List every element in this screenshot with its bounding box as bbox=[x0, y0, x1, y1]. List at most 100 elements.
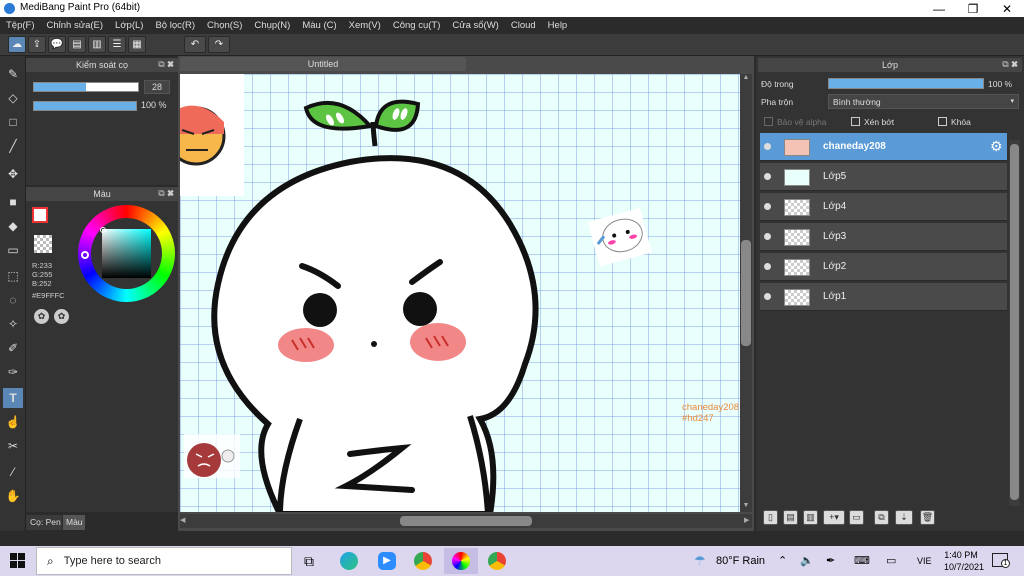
folder-icon[interactable]: ▭ bbox=[849, 510, 864, 525]
vertical-scrollbar[interactable]: ▲ ▼ bbox=[740, 74, 752, 512]
lock-checkbox[interactable] bbox=[938, 117, 947, 126]
menu-file[interactable]: Tệp(F) bbox=[6, 20, 35, 31]
zoom-app-icon[interactable]: ▶ bbox=[378, 552, 396, 570]
grid-icon[interactable]: ▦ bbox=[128, 36, 146, 53]
brush-opacity-slider[interactable] bbox=[33, 101, 137, 111]
move-tool-icon[interactable]: ✥ bbox=[3, 164, 23, 184]
list-icon[interactable]: ☰ bbox=[108, 36, 126, 53]
layer-row-lop4[interactable]: Lớp4 bbox=[760, 193, 1007, 221]
menu-select[interactable]: Chọn(S) bbox=[207, 20, 242, 31]
visibility-icon[interactable] bbox=[764, 203, 771, 210]
task-view-icon[interactable]: ⧉ bbox=[304, 553, 314, 570]
menu-view[interactable]: Xem(V) bbox=[349, 20, 381, 31]
add-layer-menu-icon[interactable]: +▾ bbox=[823, 510, 845, 525]
document-tab[interactable]: Untitled bbox=[180, 57, 466, 71]
gradient-tool-icon[interactable]: ▭ bbox=[3, 240, 23, 260]
visibility-icon[interactable] bbox=[764, 233, 771, 240]
drawing-canvas[interactable]: chaneday208 #hd247 bbox=[180, 74, 740, 512]
layers-scrollbar[interactable] bbox=[1009, 140, 1020, 506]
brush-size-slider[interactable] bbox=[33, 82, 139, 92]
chat-icon[interactable]: 💬 bbox=[48, 36, 66, 53]
visibility-icon[interactable] bbox=[764, 293, 771, 300]
hand-tool-icon[interactable]: ✋ bbox=[3, 486, 23, 506]
chrome-icon[interactable] bbox=[488, 552, 506, 570]
input-language[interactable]: VIE bbox=[917, 556, 932, 566]
select-rect-tool-icon[interactable]: ⬚ bbox=[3, 266, 23, 286]
keyboard-icon[interactable]: ⌨ bbox=[854, 554, 870, 567]
redo-button[interactable]: ↷ bbox=[208, 36, 230, 53]
vertical-scroll-thumb[interactable] bbox=[741, 240, 751, 346]
eraser-tool-icon[interactable]: ◇ bbox=[3, 88, 23, 108]
layer-row-lop3[interactable]: Lớp3 bbox=[760, 223, 1007, 251]
divide-tool-icon[interactable]: ✂ bbox=[3, 436, 23, 456]
menu-layer[interactable]: Lớp(L) bbox=[115, 20, 143, 31]
notification-icon[interactable]: 1 bbox=[992, 553, 1010, 568]
magic-wand-tool-icon[interactable]: ✧ bbox=[3, 314, 23, 334]
weather-text[interactable]: 80°F Rain bbox=[716, 555, 765, 567]
display-icon[interactable]: ▭ bbox=[886, 554, 896, 567]
minimize-button[interactable]: — bbox=[922, 0, 956, 17]
scroll-up-icon[interactable]: ▲ bbox=[741, 74, 751, 82]
document-icon[interactable]: ▥ bbox=[88, 36, 106, 53]
scroll-right-icon[interactable]: ▶ bbox=[744, 516, 752, 524]
layer-opacity-slider[interactable] bbox=[828, 78, 984, 89]
menu-window[interactable]: Cửa sổ(W) bbox=[452, 20, 498, 31]
panel-controls-icon[interactable]: ⧉ ✖ bbox=[158, 188, 174, 199]
maximize-button[interactable]: ❐ bbox=[956, 0, 990, 17]
color-wheel[interactable] bbox=[78, 205, 175, 302]
duplicate-layer-icon[interactable]: ⧉ bbox=[874, 510, 889, 525]
chevron-up-icon[interactable]: ⌃ bbox=[778, 554, 787, 567]
comment-icon[interactable]: ▤ bbox=[68, 36, 86, 53]
layers-scroll-thumb[interactable] bbox=[1010, 144, 1019, 500]
operation-tool-icon[interactable]: ☝ bbox=[3, 412, 23, 432]
panel-controls-icon[interactable]: ⧉ ✖ bbox=[1002, 59, 1018, 70]
cloud-icon[interactable]: ☁ bbox=[8, 36, 26, 53]
blend-mode-select[interactable]: Bình thường ▾ bbox=[828, 94, 1019, 109]
horizontal-scroll-thumb[interactable] bbox=[400, 516, 532, 526]
delete-layer-icon[interactable]: 🗑 bbox=[920, 510, 935, 525]
menu-help[interactable]: Help bbox=[548, 20, 568, 31]
chrome-icon[interactable] bbox=[414, 552, 432, 570]
merge-layer-icon[interactable]: ⇣ bbox=[895, 510, 913, 525]
menu-filter[interactable]: Bộ lọc(R) bbox=[155, 20, 195, 31]
text-tool-icon[interactable]: T bbox=[3, 388, 23, 408]
lasso-tool-icon[interactable]: ◌ bbox=[3, 290, 23, 310]
pen-icon[interactable]: ✒ bbox=[826, 554, 835, 567]
layer-row-chaneday208[interactable]: chaneday208 ⚙ bbox=[760, 133, 1007, 161]
color-palette-icon[interactable]: ✿ bbox=[34, 309, 49, 324]
windows-start-icon[interactable] bbox=[10, 553, 26, 569]
undo-button[interactable]: ↶ bbox=[184, 36, 206, 53]
panel-controls-icon[interactable]: ⧉ ✖ bbox=[158, 59, 174, 70]
visibility-icon[interactable] bbox=[764, 143, 771, 150]
taskbar-search-box[interactable]: ⌕ Type here to search bbox=[36, 547, 292, 575]
brush-size-value[interactable]: 28 bbox=[144, 80, 170, 94]
fill-rect-tool-icon[interactable]: ■ bbox=[3, 192, 23, 212]
new-halftone-layer-icon[interactable]: ▤ bbox=[783, 510, 798, 525]
rectangle-tool-icon[interactable]: □ bbox=[3, 112, 23, 132]
visibility-icon[interactable] bbox=[764, 173, 771, 180]
select-eraser-tool-icon[interactable]: ✑ bbox=[3, 362, 23, 382]
visibility-icon[interactable] bbox=[764, 263, 771, 270]
tab-color[interactable]: Màu bbox=[63, 515, 85, 530]
edge-browser-icon[interactable] bbox=[340, 552, 358, 570]
menu-color[interactable]: Màu (C) bbox=[302, 20, 336, 31]
foreground-color-swatch[interactable] bbox=[32, 207, 48, 223]
scroll-left-icon[interactable]: ◀ bbox=[180, 516, 188, 524]
color-palette-alt-icon[interactable]: ✿ bbox=[54, 309, 69, 324]
clock[interactable]: 1:40 PM 10/7/2021 bbox=[944, 549, 984, 573]
horizontal-scrollbar[interactable]: ◀ ▶ bbox=[180, 514, 752, 528]
protect-alpha-checkbox[interactable] bbox=[764, 117, 773, 126]
new-layer-icon[interactable]: ▯ bbox=[763, 510, 778, 525]
menu-tools[interactable]: Công cụ(T) bbox=[393, 20, 441, 31]
speaker-icon[interactable]: 🔈 bbox=[800, 554, 814, 567]
eyedropper-tool-icon[interactable]: ⁄ bbox=[3, 462, 23, 482]
new-8bit-layer-icon[interactable]: ▥ bbox=[803, 510, 818, 525]
medibang-taskbar-button[interactable] bbox=[444, 548, 478, 574]
layer-row-lop1[interactable]: Lớp1 bbox=[760, 283, 1007, 311]
upload-icon[interactable]: ⇪ bbox=[28, 36, 46, 53]
scroll-down-icon[interactable]: ▼ bbox=[741, 502, 751, 510]
gear-icon[interactable]: ⚙ bbox=[990, 138, 1003, 155]
select-pen-tool-icon[interactable]: ✐ bbox=[3, 338, 23, 358]
bucket-tool-icon[interactable]: ◆ bbox=[3, 216, 23, 236]
menu-cloud[interactable]: Cloud bbox=[511, 20, 536, 31]
